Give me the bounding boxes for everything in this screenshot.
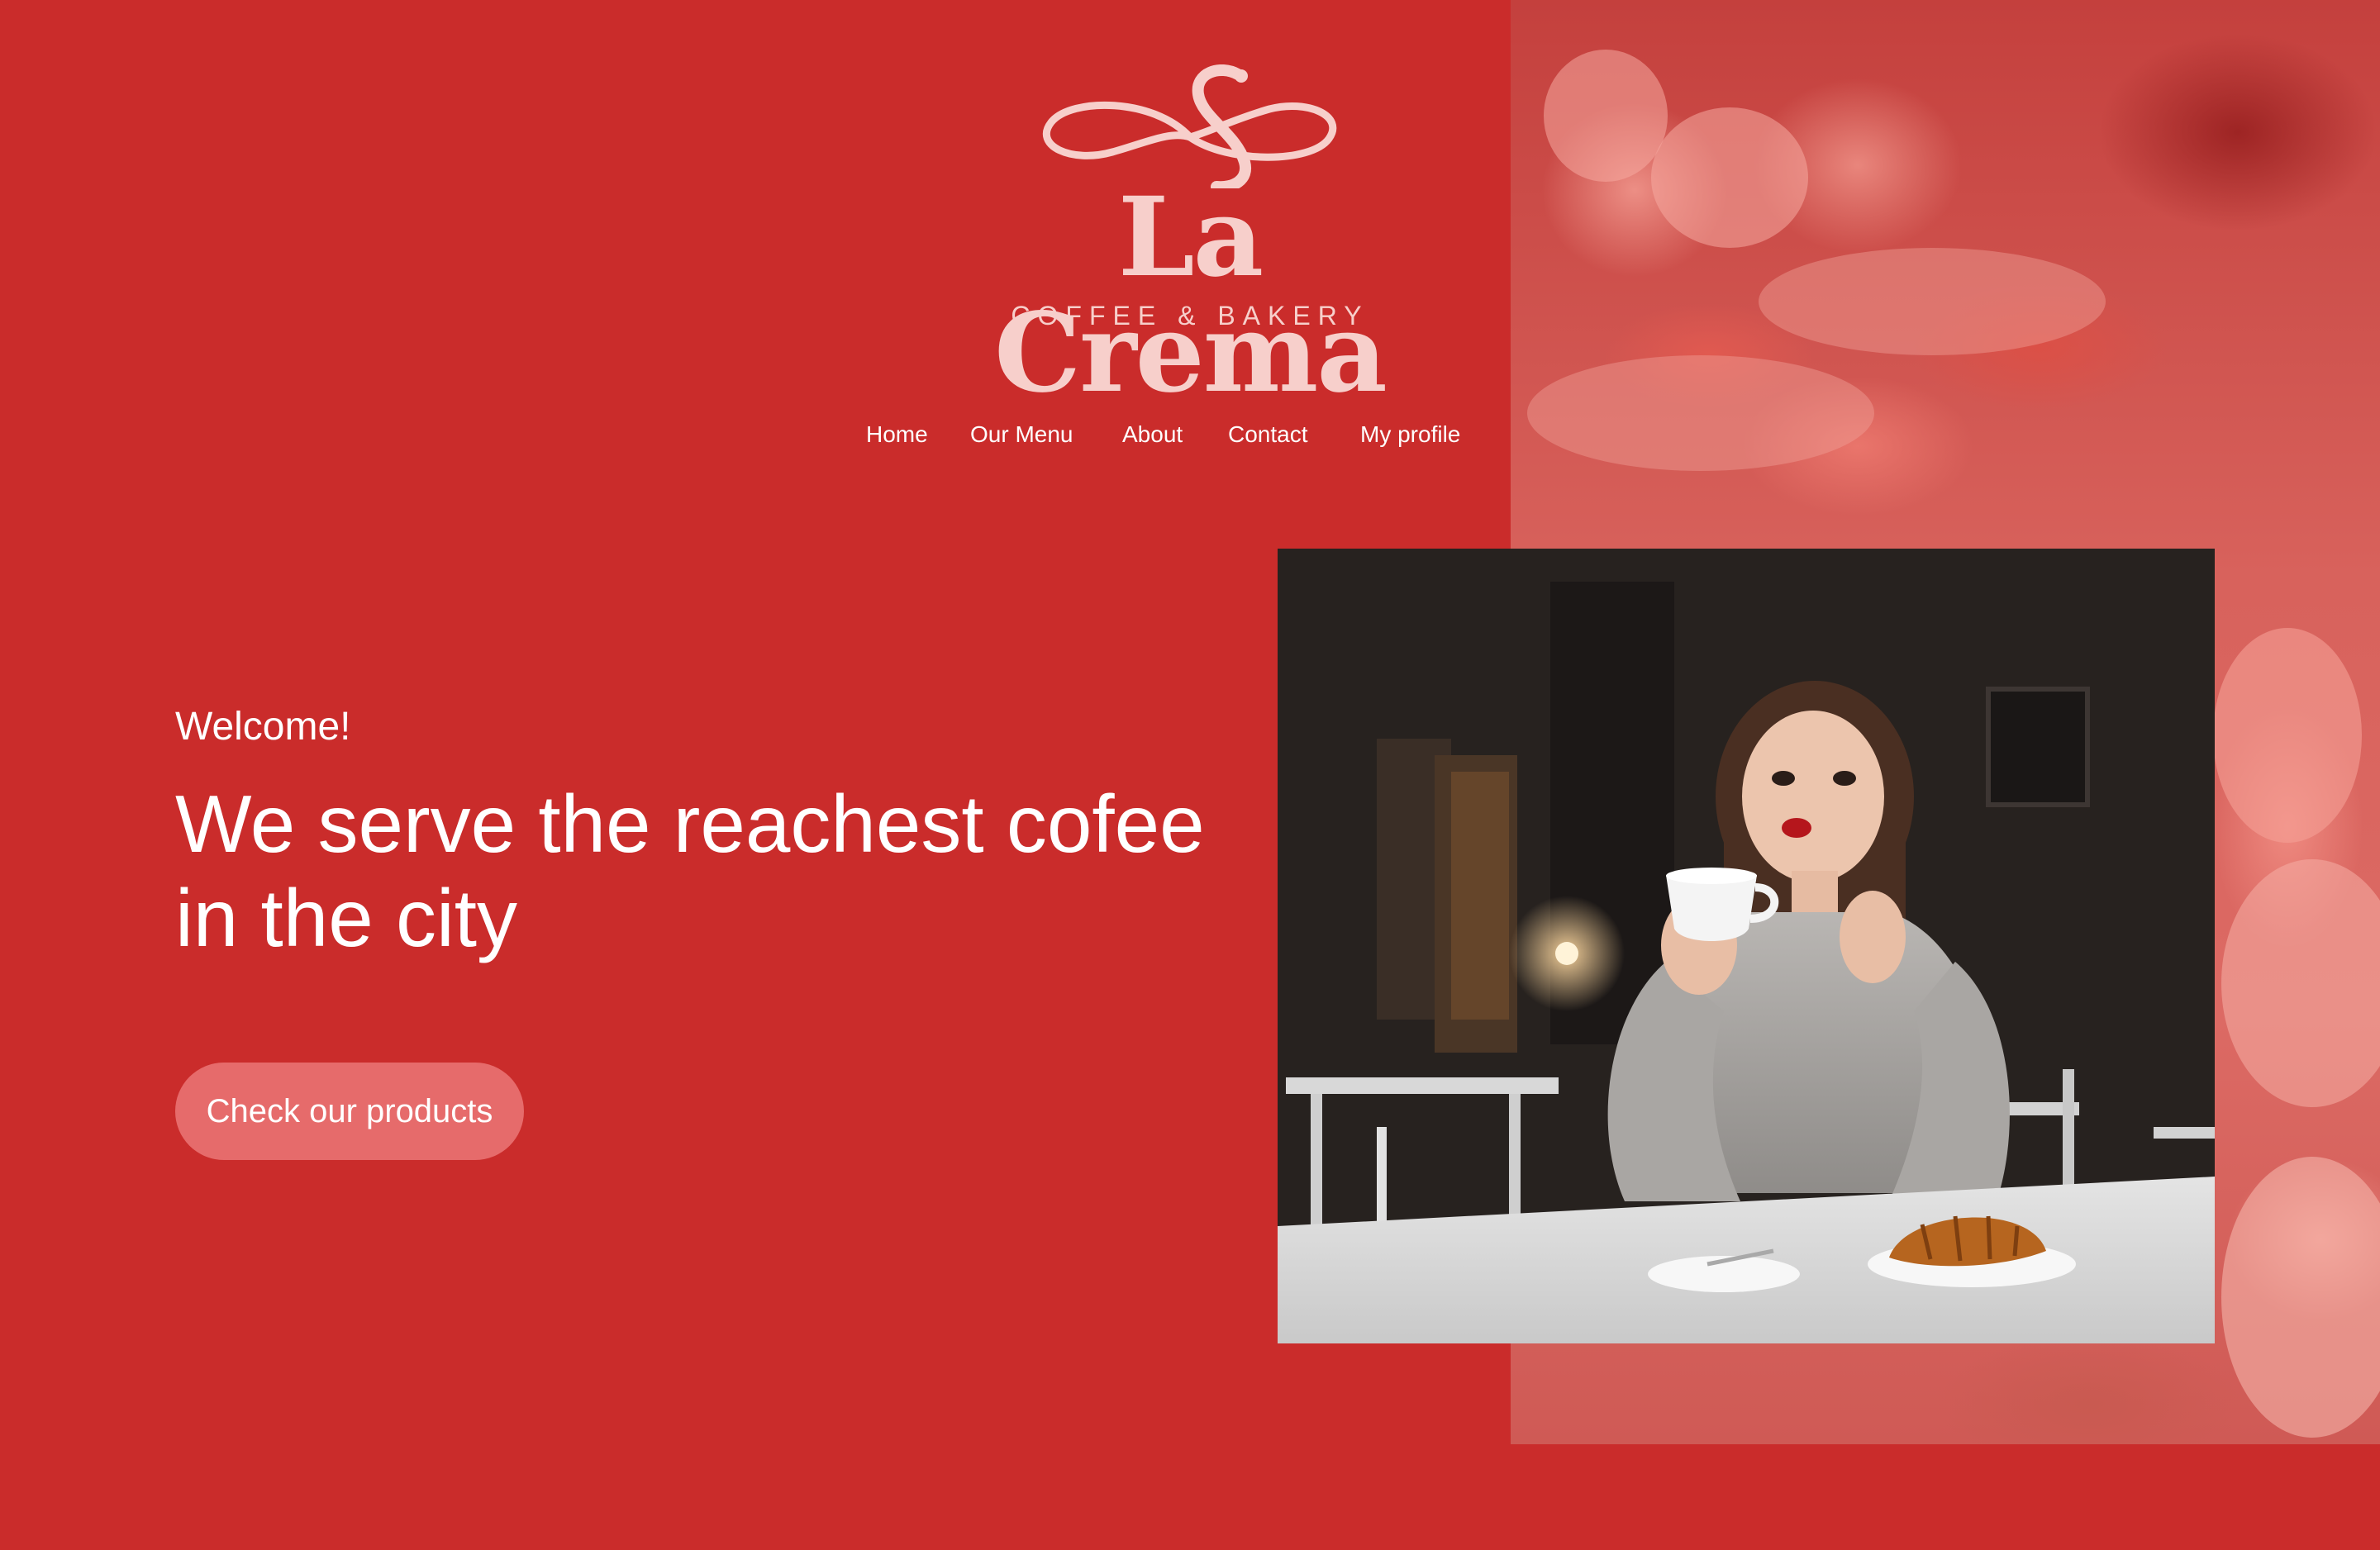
check-products-button[interactable]: Check our products: [175, 1063, 524, 1160]
woman-drinking-coffee-photo: [1278, 549, 2215, 1343]
brand-logo[interactable]: La Crema COFFEE & BAKERY: [942, 64, 1438, 411]
brand-tagline: COFFEE & BAKERY: [1011, 301, 1369, 330]
nav-home[interactable]: Home: [866, 421, 928, 448]
flourish-logo-icon: [1042, 64, 1337, 188]
photo-illustration: [1278, 549, 2215, 1343]
nav-our-menu[interactable]: Our Menu: [970, 421, 1073, 448]
nav-about[interactable]: About: [1122, 421, 1183, 448]
welcome-text: Welcome!: [175, 705, 351, 749]
brand-name: La Crema: [994, 174, 1388, 417]
hero-headline: We serve the reachest cofee in the city: [175, 778, 1205, 963]
nav-my-profile[interactable]: My profile: [1360, 421, 1460, 448]
nav-contact[interactable]: Contact: [1228, 421, 1308, 448]
